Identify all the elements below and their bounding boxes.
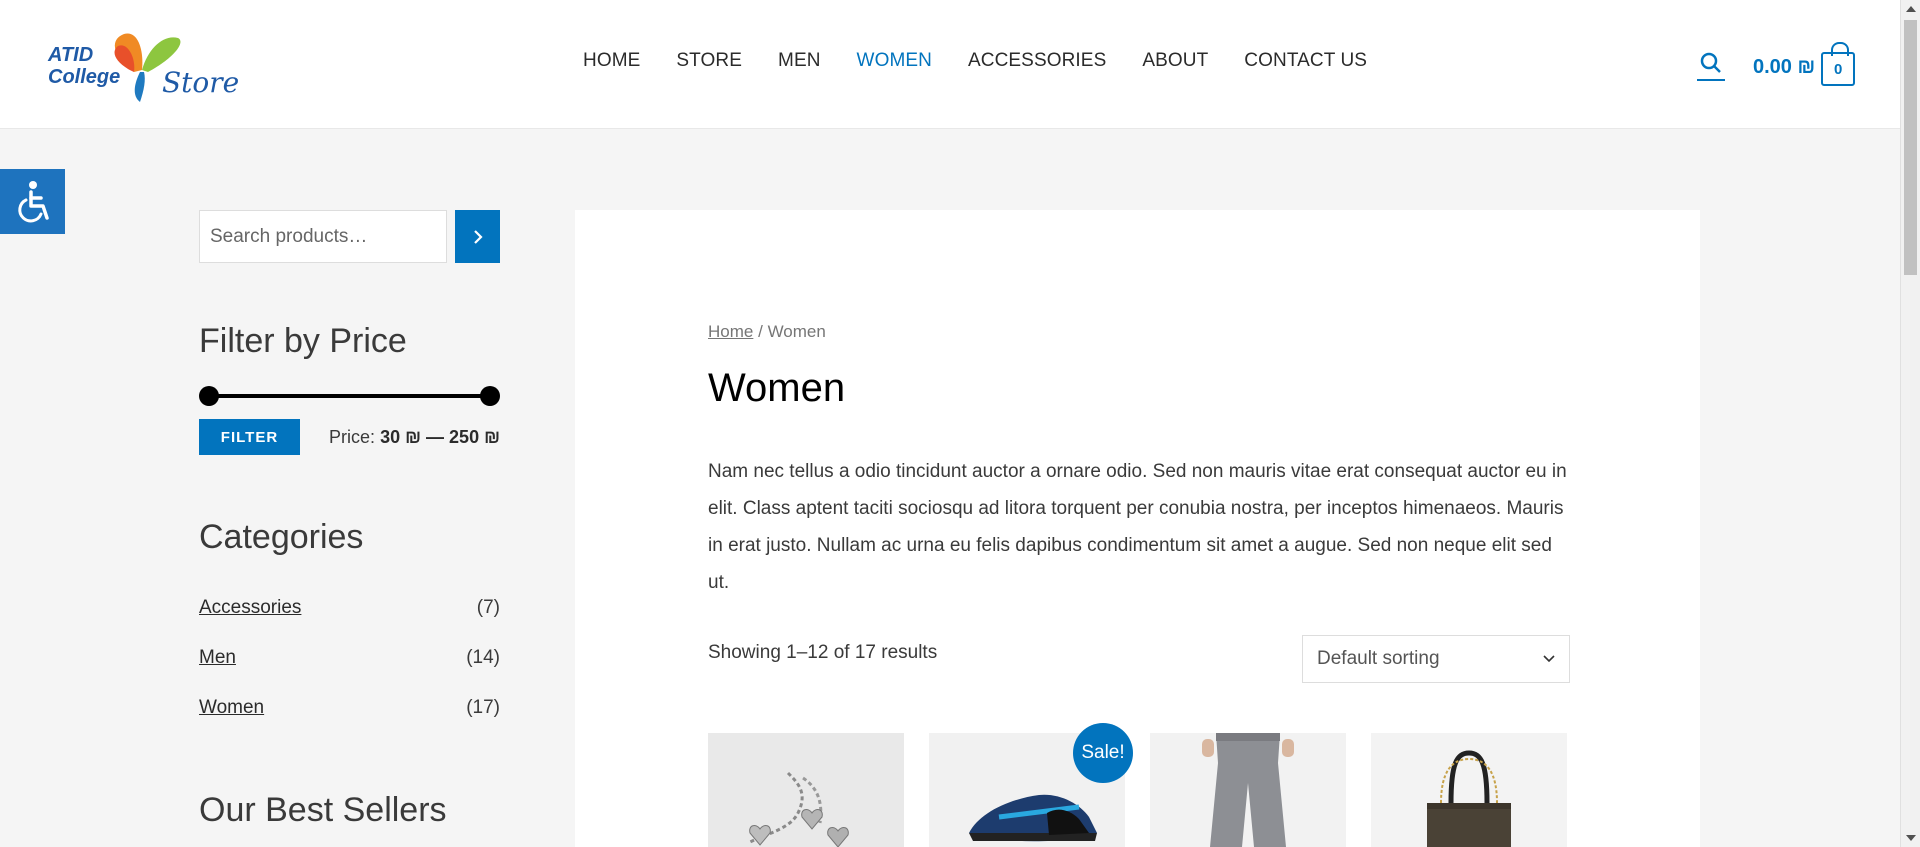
category-link-women[interactable]: Women xyxy=(199,697,264,747)
filter-row: FILTER Price: 30 ₪ — 250 ₪ xyxy=(199,419,500,455)
category-item: Men (14) xyxy=(199,647,500,697)
categories-list: Accessories (7) Men (14) Women (17) xyxy=(199,597,500,747)
product-card-handbag[interactable] xyxy=(1371,733,1567,847)
price-slider[interactable] xyxy=(199,384,500,408)
price-slider-track xyxy=(209,394,490,398)
main-nav: HOME STORE MEN WOMEN ACCESSORIES ABOUT C… xyxy=(583,50,1403,72)
search-submit-button[interactable] xyxy=(455,210,500,263)
nav-contact-us[interactable]: CONTACT US xyxy=(1244,50,1367,72)
main-content: Home / Women Women Nam nec tellus a odio… xyxy=(575,210,1700,847)
cart-total: 0.00 ₪ xyxy=(1753,55,1816,78)
product-card-bracelet[interactable] xyxy=(708,733,904,847)
search-products-input[interactable] xyxy=(199,210,447,263)
sort-selected-value: Default sorting xyxy=(1317,648,1440,669)
sale-badge: Sale! xyxy=(1073,723,1133,783)
category-link-accessories[interactable]: Accessories xyxy=(199,597,301,647)
filter-button[interactable]: FILTER xyxy=(199,419,300,455)
scroll-down-arrow-icon[interactable] xyxy=(1906,835,1916,841)
sort-dropdown[interactable]: Default sorting xyxy=(1302,635,1570,683)
cart-button[interactable]: 0.00 ₪ 0 xyxy=(1753,42,1856,86)
page-scrollbar[interactable] xyxy=(1900,0,1920,847)
price-range-label: Price: 30 ₪ — 250 ₪ xyxy=(329,426,500,447)
nav-store[interactable]: STORE xyxy=(676,50,742,72)
category-count: (17) xyxy=(466,697,500,718)
result-count: Showing 1–12 of 17 results xyxy=(708,642,938,663)
search-icon[interactable] xyxy=(1696,49,1726,83)
product-search xyxy=(199,210,500,263)
price-max: 250 ₪ xyxy=(449,426,500,447)
category-description: Nam nec tellus a odio tincidunt auctor a… xyxy=(708,461,1567,593)
category-count: (7) xyxy=(476,597,500,618)
grey-jeans-image xyxy=(1150,733,1346,847)
breadcrumb-current: Women xyxy=(767,322,826,341)
chevron-right-icon xyxy=(473,229,483,244)
scrollbar-thumb[interactable] xyxy=(1904,20,1917,275)
brown-handbag-image xyxy=(1371,733,1567,847)
chevron-down-icon xyxy=(1543,655,1555,663)
price-min: 30 ₪ xyxy=(380,426,422,447)
category-item: Women (17) xyxy=(199,697,500,747)
nav-about[interactable]: ABOUT xyxy=(1142,50,1208,72)
filter-by-price-title: Filter by Price xyxy=(199,322,407,360)
logo-text: ATID College xyxy=(48,44,121,88)
page-title: Women xyxy=(708,366,846,410)
product-grid xyxy=(708,733,1567,847)
silver-heart-bracelet-image xyxy=(708,733,904,847)
nav-men[interactable]: MEN xyxy=(778,50,821,72)
price-separator: — xyxy=(426,426,445,447)
logo-store-text: Store xyxy=(162,66,240,99)
nav-home[interactable]: HOME xyxy=(583,50,640,72)
shopping-bag-icon: 0 xyxy=(1821,42,1856,86)
product-card-jeans[interactable] xyxy=(1150,733,1346,847)
categories-title: Categories xyxy=(199,518,364,556)
nav-women[interactable]: WOMEN xyxy=(857,50,932,72)
site-header: ATID College Store HOME STORE MEN WOMEN … xyxy=(0,0,1900,129)
nav-accessories[interactable]: ACCESSORIES xyxy=(968,50,1106,72)
breadcrumb: Home / Women xyxy=(708,322,826,341)
sidebar: Filter by Price FILTER Price: 30 ₪ — 250… xyxy=(199,210,500,829)
price-slider-max-handle[interactable] xyxy=(480,386,500,406)
category-count: (14) xyxy=(466,647,500,668)
site-logo[interactable]: ATID College Store xyxy=(46,28,246,104)
wheelchair-icon xyxy=(17,180,49,222)
cart-count: 0 xyxy=(1834,60,1843,78)
breadcrumb-home[interactable]: Home xyxy=(708,322,753,341)
category-link-men[interactable]: Men xyxy=(199,647,236,697)
accessibility-button[interactable] xyxy=(0,169,65,234)
category-item: Accessories (7) xyxy=(199,597,500,647)
price-slider-min-handle[interactable] xyxy=(199,386,219,406)
best-sellers-title: Our Best Sellers xyxy=(199,791,447,829)
scroll-up-arrow-icon[interactable] xyxy=(1906,6,1916,12)
